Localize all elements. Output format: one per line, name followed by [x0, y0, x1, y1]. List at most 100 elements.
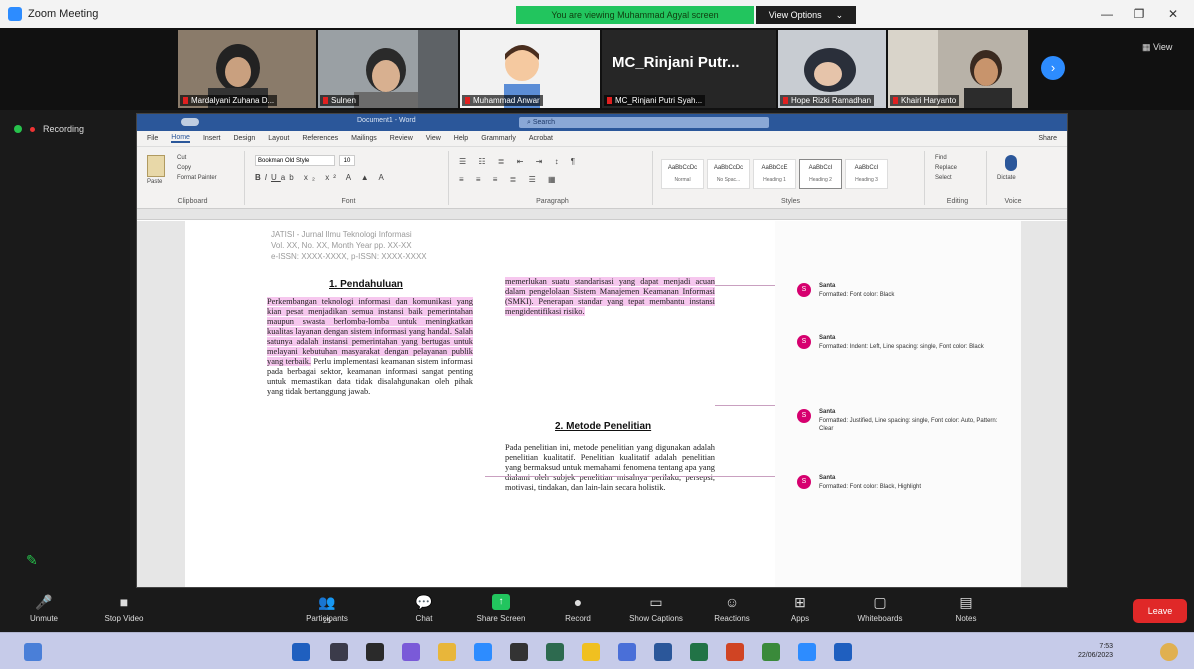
view-options-label: View Options — [768, 10, 822, 20]
next-page-button[interactable]: › — [1041, 56, 1065, 80]
editing-group-label: Editing — [946, 198, 969, 205]
tab-grammarly: Grammarly — [481, 135, 516, 142]
store-icon[interactable] — [510, 643, 528, 661]
avatar: S — [797, 335, 811, 349]
zoom-icon[interactable] — [798, 643, 816, 661]
column-right: memerlukan suatu standarisasi yang dapat… — [505, 277, 715, 317]
share-banner-text: You are viewing Muhammad Agyal screen — [551, 10, 719, 20]
share-button: Share — [1038, 135, 1057, 142]
unmute-button[interactable]: 🎤 Unmute — [18, 594, 70, 623]
comment-author: Santa — [819, 283, 836, 289]
comment-text: Formatted: Indent: Left, Line spacing: s… — [819, 344, 984, 350]
taskbar-clock[interactable]: 7:53 22/06/2023 — [1078, 642, 1113, 660]
participants-button[interactable]: 👥25 Participants — [296, 594, 358, 625]
powerpoint-icon[interactable] — [726, 643, 744, 661]
styles-group-label: Styles — [780, 198, 801, 205]
font-group-label: Font — [341, 198, 356, 205]
show-captions-button[interactable]: ▭ Show Captions — [620, 594, 692, 623]
reactions-button[interactable]: ☺ Reactions — [704, 594, 760, 623]
chevron-right-icon: › — [1050, 60, 1056, 75]
tab-acrobat: Acrobat — [528, 135, 553, 142]
participants-icon: 👥25 — [318, 594, 336, 625]
view-options-button[interactable]: View Options ⌄ — [756, 6, 856, 24]
windows-taskbar: 7:53 22/06/2023 — [0, 632, 1194, 669]
leave-button[interactable]: Leave — [1133, 599, 1187, 623]
dictate-label: Dictate — [997, 175, 1016, 181]
tab-help: Help — [453, 135, 469, 142]
excel-icon[interactable] — [690, 643, 708, 661]
autosave-toggle — [181, 118, 199, 126]
mic-muted-icon — [783, 97, 788, 105]
participant-tile[interactable]: Hope Rizki Ramadhan — [778, 30, 886, 108]
pencil-icon[interactable]: ✎ — [26, 552, 38, 569]
app-icon[interactable] — [762, 643, 780, 661]
mic-muted-icon — [323, 97, 328, 105]
notification-icon[interactable] — [1160, 643, 1178, 661]
recording-indicator[interactable]: Recording — [14, 124, 84, 134]
comment-connector — [485, 476, 775, 477]
tab-design: Design — [233, 135, 256, 142]
notes-button[interactable]: ▤ Notes — [946, 594, 986, 623]
participant-tile[interactable]: Khairi Haryanto — [888, 30, 1028, 108]
journal-header: JATISI - Jurnal Ilmu Teknologi Informasi… — [271, 230, 427, 261]
tab-review: Review — [389, 135, 413, 142]
app-icon[interactable] — [546, 643, 564, 661]
task-view-icon[interactable] — [366, 643, 384, 661]
clock-time: 7:53 — [1099, 643, 1114, 650]
app-icon[interactable] — [618, 643, 636, 661]
align-icons: ≡ ≡ ≡ ≣ ☰ ▦ — [459, 175, 561, 184]
word-titlebar: Document1 - Word ⌕ Search — [137, 114, 1067, 131]
word-icon[interactable] — [654, 643, 672, 661]
ruler — [137, 209, 1067, 220]
comments-pane: S Santa Formatted: Font color: Black S S… — [775, 221, 1021, 587]
paragraph-icons: ☰ ☷ ≣ ⇤ ⇥ ↕ ¶ — [459, 157, 581, 166]
minimize-button[interactable]: — — [1092, 4, 1122, 24]
copy-label: Copy — [177, 165, 192, 171]
select-label: Select — [935, 175, 952, 181]
video-camera-icon: ■ — [119, 594, 129, 610]
app-icon[interactable] — [834, 643, 852, 661]
section-heading: 2. Metode Penelitian — [555, 421, 652, 432]
participant-tile[interactable]: MC_Rinjani Putr... MC_Rinjani Putri Syah… — [602, 30, 776, 108]
apps-button[interactable]: ⊞ Apps — [782, 594, 818, 623]
chat-icon: 💬 — [415, 594, 433, 610]
search-icon: ⌕ — [527, 119, 531, 126]
stop-video-button[interactable]: ■ Stop Video — [94, 594, 154, 623]
mic-muted-icon — [465, 97, 470, 105]
participant-name: Khairi Haryanto — [890, 95, 960, 106]
style-heading-1: AaBbCcE Heading 1 — [753, 159, 796, 189]
chrome-icon[interactable] — [582, 643, 600, 661]
chat-button[interactable]: 💬 Chat — [404, 594, 444, 623]
word-doc-title: Document1 - Word — [357, 117, 416, 124]
start-icon[interactable] — [292, 643, 310, 661]
participant-tile[interactable]: Muhammad Anwar — [460, 30, 600, 108]
teams-icon[interactable] — [402, 643, 420, 661]
tab-home: Home — [171, 134, 190, 143]
participant-display-name: MC_Rinjani Putr... — [612, 54, 740, 71]
paste-icon — [147, 155, 165, 177]
participant-tile[interactable]: Sulnen — [318, 30, 458, 108]
column-right-body: Pada penelitian ini, metode penelitian y… — [505, 443, 715, 493]
widgets-icon[interactable] — [24, 643, 42, 661]
paste-label: Paste — [147, 179, 163, 185]
participant-tile[interactable]: Mardalyani Zuhana D... — [178, 30, 316, 108]
reactions-icon: ☺ — [724, 594, 740, 610]
search-icon[interactable] — [330, 643, 348, 661]
share-screen-button[interactable]: ↑ Share Screen — [470, 594, 532, 623]
record-button[interactable]: ● Record — [558, 594, 598, 623]
replace-label: Replace — [935, 165, 958, 171]
close-button[interactable]: ✕ — [1158, 4, 1188, 24]
file-explorer-icon[interactable] — [438, 643, 456, 661]
participant-name: Hope Rizki Ramadhan — [780, 95, 875, 106]
style-heading-2: AaBbCcI Heading 2 — [799, 159, 842, 189]
view-button[interactable]: ▦ View — [1142, 42, 1172, 53]
whiteboards-button[interactable]: ▢ Whiteboards — [844, 594, 916, 623]
style-normal: AaBbCcDc Normal — [661, 159, 704, 189]
ribbon: Paste Cut Copy Format Painter Clipboard … — [137, 147, 1067, 209]
restore-button[interactable]: ❐ — [1124, 4, 1154, 24]
grid-icon: ▦ — [1142, 42, 1151, 52]
style-no-spacing: AaBbCcDc No Spac... — [707, 159, 750, 189]
edge-icon[interactable] — [474, 643, 492, 661]
clipboard-group-label: Clipboard — [177, 198, 208, 205]
comment-text: Formatted: Justified, Line spacing: sing… — [819, 418, 998, 432]
